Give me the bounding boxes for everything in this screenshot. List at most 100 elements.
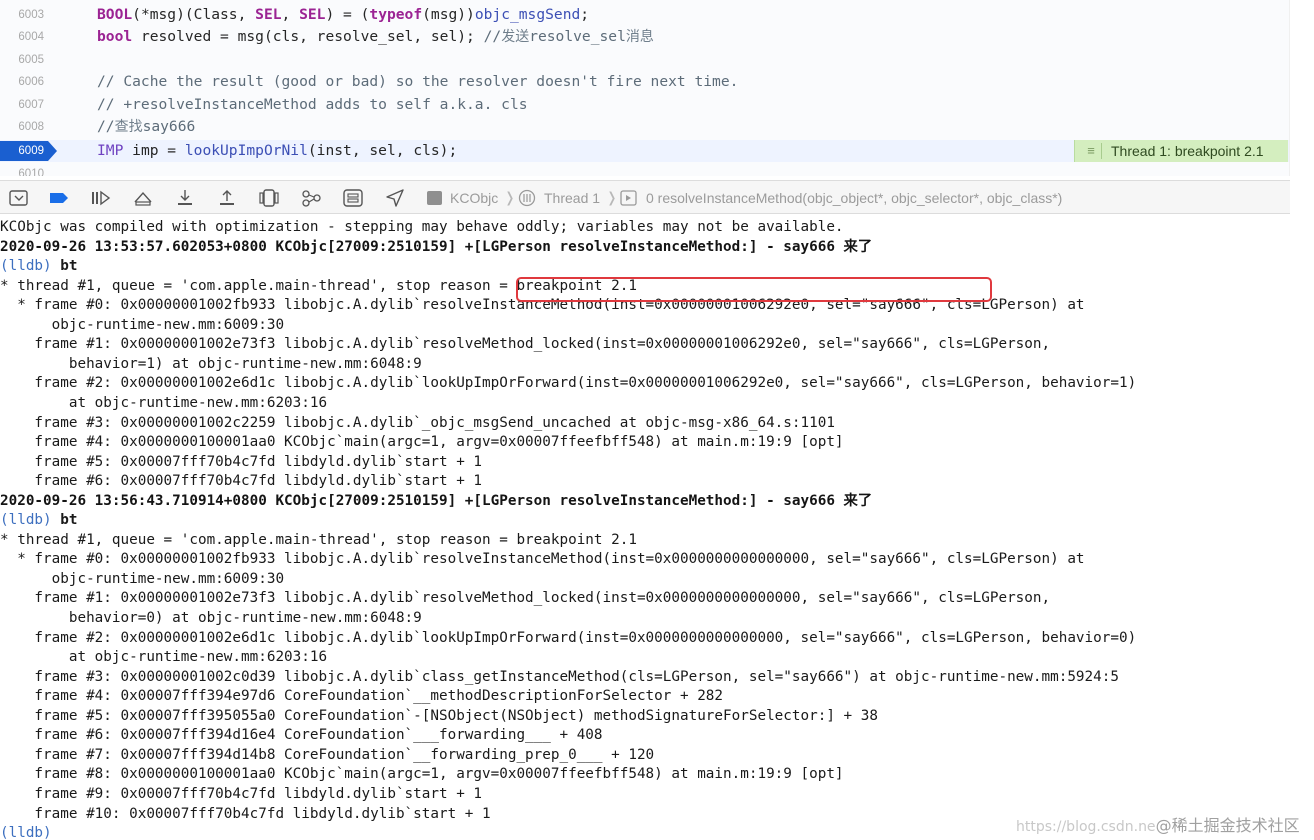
console-text: frame #7: 0x00007fff394d14b8 CoreFoundat… — [0, 746, 655, 763]
stack-frame-icon — [620, 190, 642, 210]
debug-console[interactable]: KCObjc was compiled with optimization - … — [0, 216, 1314, 840]
code-token: lookUpImpOrNil — [184, 142, 308, 159]
current-code-line[interactable]: 6009 IMP imp = lookUpImpOrNil(inst, sel, … — [0, 140, 1289, 162]
console-output-line: * thread #1, queue = 'com.apple.main-thr… — [0, 531, 637, 551]
breadcrumb-target[interactable]: KCObjc — [450, 181, 498, 215]
debug-toolbar: KCObjc ❭ Thread 1 ❭ 0 resolveInstanceMet… — [0, 180, 1290, 214]
watermark: https://blog.csdn.ne@稀土掘金技术社区 — [1016, 812, 1300, 836]
console-text: objc-runtime-new.mm:6009:30 — [0, 570, 285, 587]
console-text: 2020-09-26 13:56:43.710914+0800 KCObjc[2… — [0, 492, 844, 509]
target-icon — [426, 190, 448, 210]
code-text: // Cache the result (good or bad) so the… — [97, 71, 738, 93]
console-output-line: frame #5: 0x00007fff395055a0 CoreFoundat… — [0, 707, 878, 727]
code-line[interactable]: 6007 // +resolveInstanceMethod adds to se… — [0, 94, 1289, 116]
code-text: IMP imp = lookUpImpOrNil(inst, sel, cls)… — [97, 140, 457, 162]
code-text: bool resolved = msg(cls, resolve_sel, se… — [97, 26, 654, 48]
line-number: 6007 — [18, 99, 44, 111]
console-text: frame #6: 0x00007fff394d16e4 CoreFoundat… — [0, 727, 603, 744]
console-output-line: frame #6: 0x00007fff70b4c7fd libdyld.dyl… — [0, 472, 482, 492]
annotation-highlight-box — [516, 277, 992, 302]
environment-overrides-icon[interactable] — [342, 188, 364, 208]
lldb-prompt: (lldb) — [0, 258, 61, 275]
simulate-location-icon[interactable] — [384, 188, 406, 208]
code-token: // +resolveInstanceMethod adds to self a… — [97, 96, 528, 113]
console-output-line: frame #8: 0x0000000100001aa0 KCObjc`main… — [0, 765, 843, 785]
breadcrumb-frame[interactable]: 0 resolveInstanceMethod(objc_object*, ob… — [646, 181, 1062, 215]
console-output-line: objc-runtime-new.mm:6009:30 — [0, 570, 284, 590]
line-number: 6005 — [18, 54, 44, 66]
console-output-line: frame #10: 0x00007fff70b4c7fd libdyld.dy… — [0, 805, 491, 825]
hide-debug-area-icon[interactable] — [8, 188, 30, 208]
console-output-line: objc-runtime-new.mm:6009:30 — [0, 316, 284, 336]
chevron-right-icon: ❭ — [606, 190, 618, 206]
console-output-line: at objc-runtime-new.mm:6203:16 — [0, 648, 327, 668]
code-token: objc_msgSend — [474, 6, 581, 23]
console-output-line: at objc-runtime-new.mm:6203:16 — [0, 394, 327, 414]
console-output-line: frame #1: 0x00000001002e73f3 libobjc.A.d… — [0, 335, 1050, 355]
console-text: frame #2: 0x00000001002e6d1c libobjc.A.d… — [0, 629, 1137, 646]
console-output-line: behavior=0) at objc-runtime-new.mm:6048:… — [0, 609, 422, 629]
step-out-icon[interactable] — [216, 188, 238, 208]
memory-graph-icon[interactable] — [300, 188, 322, 208]
console-text-cn: 来了 — [843, 238, 873, 255]
console-output-line: frame #5: 0x00007fff70b4c7fd libdyld.dyl… — [0, 453, 482, 473]
continue-icon[interactable] — [90, 188, 112, 208]
console-text: bt — [60, 258, 78, 275]
console-output-line: frame #1: 0x00000001002e73f3 libobjc.A.d… — [0, 589, 1050, 609]
code-line[interactable]: 6003 BOOL(*msg)(Class, SEL, SEL) = (typeo… — [0, 4, 1289, 26]
code-token: // — [97, 118, 115, 135]
chevron-right-icon: ❭ — [504, 190, 516, 206]
breadcrumb-thread[interactable]: Thread 1 — [544, 181, 600, 215]
code-token: // — [483, 28, 502, 45]
code-text: // +resolveInstanceMethod adds to self a… — [97, 94, 528, 116]
line-number: 6004 — [18, 31, 44, 43]
console-output-line: * frame #0: 0x00000001002fb933 libobjc.A… — [0, 550, 1084, 570]
console-output-line: frame #9: 0x00007fff70b4c7fd libdyld.dyl… — [0, 785, 482, 805]
console-output-line: frame #3: 0x00000001002c0d39 libobjc.A.d… — [0, 668, 1119, 688]
console-text: frame #2: 0x00000001002e6d1c libobjc.A.d… — [0, 375, 1137, 392]
watermark-url: https://blog.csdn.ne — [1016, 819, 1156, 835]
equal-bars-icon: ≡ — [1087, 143, 1095, 158]
code-text: //查找say666 — [97, 116, 195, 138]
step-into-icon[interactable] — [174, 188, 196, 208]
code-line[interactable]: 6008 //查找say666 — [0, 116, 1289, 138]
console-text: frame #1: 0x00000001002e73f3 libobjc.A.d… — [0, 590, 1051, 607]
console-text: objc-runtime-new.mm:6009:30 — [0, 316, 285, 333]
line-number: 6009 — [18, 145, 44, 157]
console-text: frame #3: 0x00000001002c0d39 libobjc.A.d… — [0, 668, 1119, 685]
console-text: at objc-runtime-new.mm:6203:16 — [0, 649, 328, 666]
code-token: // Cache the result (good or bad) so the… — [97, 73, 739, 90]
thread-banner-label: Thread 1: breakpoint 2.1 — [1111, 143, 1264, 159]
code-token: BOOL — [97, 6, 133, 23]
console-text: behavior=1) at objc-runtime-new.mm:6048:… — [0, 355, 422, 372]
console-output-line: frame #4: 0x00007fff394e97d6 CoreFoundat… — [0, 687, 723, 707]
code-token: 消息 — [625, 29, 654, 45]
thread-icon — [518, 189, 540, 209]
console-text: frame #1: 0x00000001002e73f3 libobjc.A.d… — [0, 336, 1051, 353]
code-line[interactable]: 6010 — [0, 163, 1289, 176]
lldb-prompt: (lldb) — [0, 825, 52, 840]
line-number: 6010 — [18, 168, 44, 176]
console-output-line: frame #2: 0x00000001002e6d1c libobjc.A.d… — [0, 374, 1136, 394]
source-editor[interactable]: 6003 BOOL(*msg)(Class, SEL, SEL) = (typeo… — [0, 0, 1290, 176]
code-line[interactable]: 6005 — [0, 49, 1289, 71]
console-text: frame #10: 0x00007fff70b4c7fd libdyld.dy… — [0, 805, 491, 822]
breakpoints-toggle-icon[interactable] — [48, 188, 70, 208]
code-token: (*msg)(Class, — [132, 6, 256, 23]
console-text: frame #3: 0x00000001002c2259 libobjc.A.d… — [0, 414, 835, 431]
code-token: say666 — [142, 118, 196, 135]
code-line[interactable]: 6004 bool resolved = msg(cls, resolve_sel… — [0, 26, 1289, 48]
code-line[interactable]: 6006 // Cache the result (good or bad) so… — [0, 71, 1289, 93]
watermark-brand: @稀土掘金技术社区 — [1155, 816, 1300, 835]
thread-breakpoint-banner[interactable]: ≡ Thread 1: breakpoint 2.1 — [1074, 140, 1288, 162]
console-text: frame #6: 0x00007fff70b4c7fd libdyld.dyl… — [0, 473, 483, 490]
console-text: KCObjc was compiled with optimization - … — [0, 219, 844, 235]
banner-divider — [1101, 143, 1102, 159]
console-output-line: behavior=1) at objc-runtime-new.mm:6048:… — [0, 355, 422, 375]
view-hierarchy-icon[interactable] — [258, 188, 280, 208]
code-token: , — [281, 6, 300, 23]
code-token: IMP — [97, 142, 124, 159]
console-text: frame #5: 0x00007fff70b4c7fd libdyld.dyl… — [0, 453, 483, 470]
lldb-command-line: (lldb) — [0, 824, 52, 840]
step-over-icon[interactable] — [132, 188, 154, 208]
